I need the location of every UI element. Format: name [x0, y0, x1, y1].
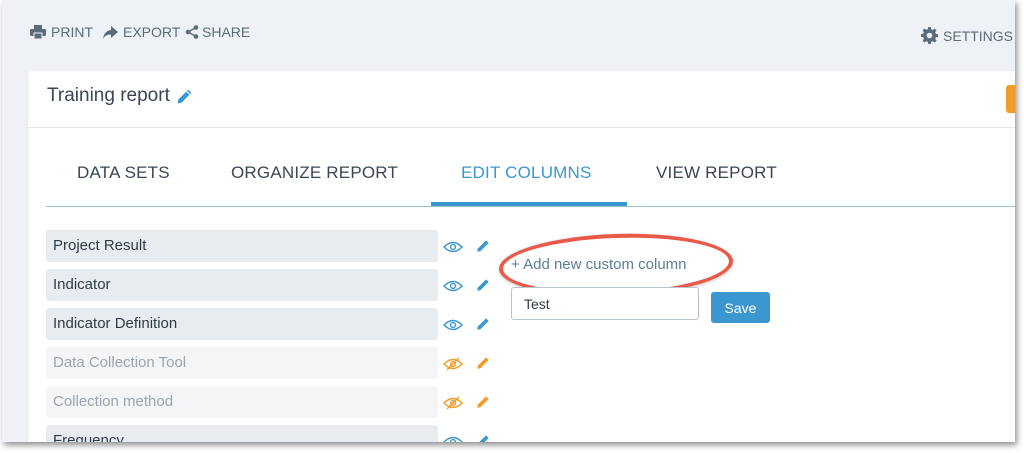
screenshot-frame: PRINT EXPORT SHARE SETTINGS Training rep… — [2, 0, 1015, 442]
report-title-text: Training report — [47, 85, 170, 106]
print-button[interactable]: PRINT — [30, 24, 93, 40]
tab-bar: DATA SETS ORGANIZE REPORT EDIT COLUMNS V… — [46, 128, 1015, 207]
pencil-icon[interactable] — [476, 434, 490, 442]
top-toolbar: PRINT EXPORT SHARE SETTINGS — [2, 0, 1015, 70]
column-row-frequency[interactable]: Frequency — [46, 425, 438, 442]
column-row-data-collection-tool[interactable]: Data Collection Tool — [46, 347, 438, 379]
share-button[interactable]: SHARE — [185, 24, 250, 40]
column-row-indicator-definition[interactable]: Indicator Definition — [46, 308, 438, 340]
pencil-icon[interactable] — [176, 88, 193, 105]
settings-button[interactable]: SETTINGS — [921, 27, 1013, 44]
gear-icon — [921, 27, 938, 44]
tab-edit-columns[interactable]: EDIT COLUMNS — [461, 163, 592, 183]
share-icon — [185, 25, 199, 39]
save-button[interactable]: Save — [711, 292, 770, 323]
eye-icon[interactable] — [443, 241, 463, 253]
column-row-collection-method[interactable]: Collection method — [46, 386, 438, 418]
column-label: Frequency — [53, 432, 124, 442]
settings-label: SETTINGS — [943, 27, 1014, 44]
column-label: Collection method — [53, 393, 174, 410]
column-label: Data Collection Tool — [53, 354, 187, 371]
column-label: Indicator Definition — [53, 315, 178, 332]
custom-column-name-input[interactable] — [511, 287, 699, 320]
print-label: PRINT — [51, 24, 93, 40]
pencil-icon[interactable] — [476, 278, 490, 292]
orange-side-tab[interactable] — [1006, 85, 1015, 113]
printer-icon — [30, 25, 46, 39]
pencil-icon[interactable] — [476, 395, 490, 409]
eye-slash-icon[interactable] — [443, 396, 463, 410]
report-card: Training report DATA SETS ORGANIZE REPOR… — [28, 71, 1015, 442]
column-label: Indicator — [53, 276, 111, 293]
tab-organize-report[interactable]: ORGANIZE REPORT — [231, 163, 398, 183]
tab-view-report[interactable]: VIEW REPORT — [656, 163, 777, 183]
column-row-project-result[interactable]: Project Result — [46, 230, 438, 262]
add-custom-column-link[interactable]: + Add new custom column — [511, 256, 687, 273]
eye-icon[interactable] — [443, 319, 463, 331]
active-tab-indicator — [431, 202, 627, 206]
column-row-indicator[interactable]: Indicator — [46, 269, 438, 301]
pencil-icon[interactable] — [476, 317, 490, 331]
report-title: Training report — [47, 85, 193, 107]
pencil-icon[interactable] — [476, 356, 490, 370]
export-button[interactable]: EXPORT — [103, 24, 180, 40]
eye-slash-icon[interactable] — [443, 357, 463, 371]
pencil-icon[interactable] — [476, 239, 490, 253]
eye-icon[interactable] — [443, 280, 463, 292]
report-header: Training report — [28, 71, 1015, 128]
eye-icon[interactable] — [443, 436, 463, 442]
tab-data-sets[interactable]: DATA SETS — [77, 163, 170, 183]
share-label: SHARE — [202, 24, 251, 40]
column-label: Project Result — [53, 237, 147, 254]
export-label: EXPORT — [123, 24, 181, 40]
share-arrow-icon — [103, 25, 118, 39]
